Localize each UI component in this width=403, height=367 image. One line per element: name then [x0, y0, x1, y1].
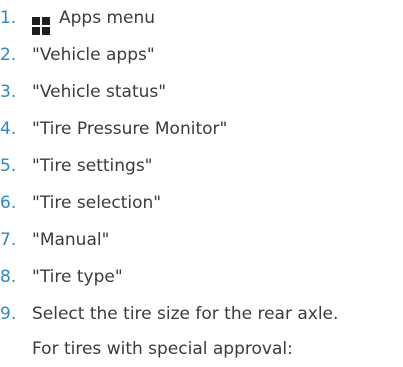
step-text: "Vehicle status": [32, 82, 167, 102]
instruction-steps: 1. Apps menu 2. "Vehicle apps" 3. "Vehic…: [0, 0, 403, 361]
step-7: 7. "Manual": [0, 222, 403, 259]
step-1: 1. Apps menu: [0, 0, 403, 37]
step-text: "Vehicle apps": [32, 45, 155, 65]
step-text: "Tire selection": [32, 193, 162, 213]
step-9: 9. Select the tire size for the rear axl…: [0, 296, 403, 361]
step-text-continuation: For tires with special approval:: [32, 339, 293, 359]
step-number: 3.: [0, 82, 17, 102]
step-number: 1.: [0, 8, 17, 28]
step-number: 9.: [0, 304, 17, 324]
step-6: 6. "Tire selection": [0, 185, 403, 222]
step-3: 3. "Vehicle status": [0, 74, 403, 111]
step-text: Select the tire size for the rear axle.: [32, 304, 339, 324]
step-number: 4.: [0, 119, 17, 139]
step-4: 4. "Tire Pressure Monitor": [0, 111, 403, 148]
step-number: 6.: [0, 193, 17, 213]
step-text: "Tire Pressure Monitor": [32, 119, 228, 139]
step-8: 8. "Tire type": [0, 259, 403, 296]
apps-grid-icon: [32, 17, 50, 35]
step-text: "Tire settings": [32, 156, 153, 176]
step-number: 7.: [0, 230, 17, 250]
step-number: 5.: [0, 156, 17, 176]
step-number: 2.: [0, 45, 17, 65]
step-text: Apps menu: [59, 8, 156, 28]
step-number: 8.: [0, 267, 17, 287]
step-5: 5. "Tire settings": [0, 148, 403, 185]
step-text: "Tire type": [32, 267, 123, 287]
step-2: 2. "Vehicle apps": [0, 37, 403, 74]
step-text: "Manual": [32, 230, 110, 250]
